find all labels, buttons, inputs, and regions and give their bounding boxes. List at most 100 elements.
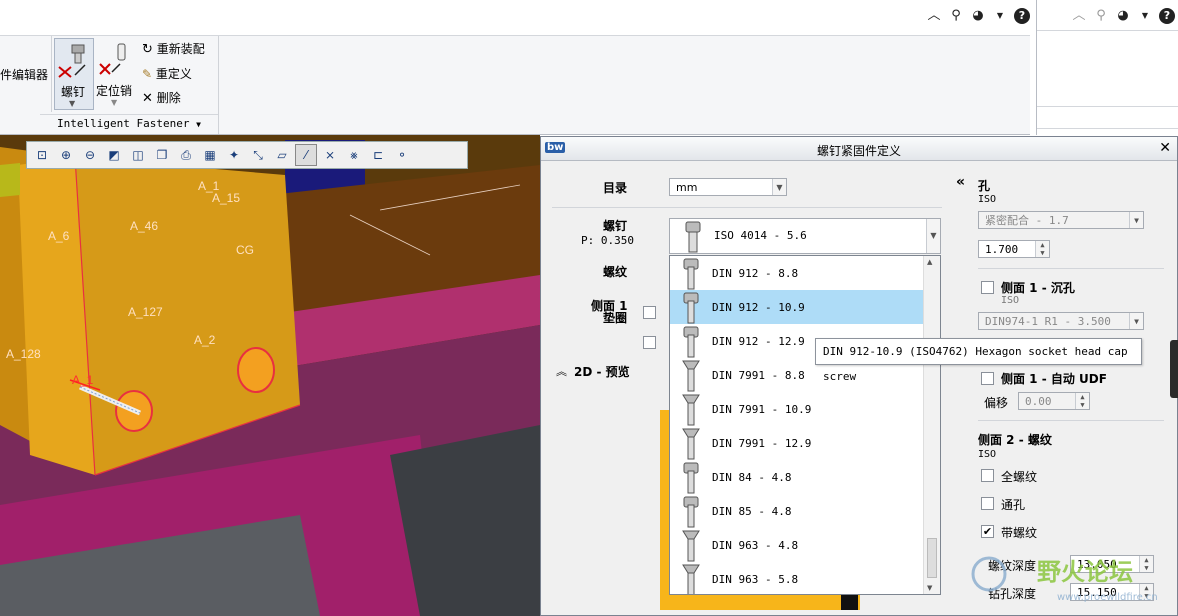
screw-option-label: DIN 84 - 4.8 bbox=[712, 471, 792, 484]
chevron-down-icon[interactable]: ▼ bbox=[992, 8, 1008, 24]
full-thread-checkbox[interactable] bbox=[981, 469, 994, 482]
datum-label[interactable]: A_127 bbox=[128, 305, 163, 319]
chevron-down-icon[interactable]: ▼ bbox=[1137, 8, 1153, 24]
counterbore-select[interactable]: DIN974-1 R1 - 3.500 ▼ bbox=[978, 312, 1144, 330]
screw-option-label: DIN 963 - 5.8 bbox=[712, 573, 799, 586]
chevron-up-icon[interactable]: ︿ bbox=[1071, 8, 1087, 24]
datum-label[interactable]: A_128 bbox=[6, 347, 41, 361]
fastener-group: 件编辑器 螺钉 ▼ 定位销 ▼ ↻ 重新装配 ✎ 重定义 ✕ 删除 bbox=[0, 36, 218, 112]
point-display-icon[interactable]: ⨯ bbox=[319, 144, 341, 166]
hole-fit-select[interactable]: 紧密配合 - 1.7 ▼ bbox=[978, 211, 1144, 229]
saved-views-icon[interactable]: ❐ bbox=[151, 144, 173, 166]
refit-icon[interactable]: ⊡ bbox=[31, 144, 53, 166]
screw-select[interactable]: ISO 4014 - 5.6 ▼ bbox=[669, 218, 941, 254]
tooltip: DIN 912-10.9 (ISO4762) Hexagon socket he… bbox=[815, 338, 1142, 383]
axis-display-icon[interactable]: ⁄ bbox=[295, 144, 317, 166]
datum-axis-icon[interactable]: ⤡ bbox=[247, 144, 269, 166]
offset-stepper[interactable]: 0.00 ▲ ▼ bbox=[1018, 392, 1090, 410]
view-manager-icon[interactable]: ⎙ bbox=[175, 144, 197, 166]
axis-label[interactable]: A_1 bbox=[72, 373, 93, 387]
collapse-up-icon[interactable]: ︽ bbox=[556, 363, 567, 379]
side1-udf-checkbox[interactable] bbox=[981, 372, 994, 385]
close-icon[interactable]: ✕ bbox=[1159, 140, 1171, 156]
datum-plane-icon[interactable]: ▱ bbox=[271, 144, 293, 166]
datum-label[interactable]: CG bbox=[236, 243, 254, 257]
screw-option[interactable]: DIN 912 - 10.9 bbox=[670, 290, 924, 324]
counterbore-value: DIN974-1 R1 - 3.500 bbox=[985, 315, 1111, 328]
collapse-glyph: « bbox=[956, 174, 966, 190]
washer-checkbox[interactable] bbox=[643, 306, 656, 319]
community-icon[interactable]: ◕ bbox=[1115, 8, 1131, 24]
side1-counterbore-label: 侧面 1 - 沉孔 bbox=[1001, 281, 1075, 295]
divider bbox=[218, 36, 219, 134]
screw-option[interactable]: DIN 912 - 8.8 bbox=[670, 256, 924, 290]
delete-button[interactable]: ✕ 删除 bbox=[142, 89, 181, 107]
screw-option[interactable]: DIN 85 - 4.8 bbox=[670, 494, 924, 528]
hole-fit-value: 紧密配合 - 1.7 bbox=[985, 214, 1069, 227]
component-editor-label[interactable]: 件编辑器 bbox=[0, 66, 48, 83]
feature-icon[interactable]: ⚬ bbox=[391, 144, 413, 166]
screw-option[interactable]: DIN 963 - 5.8 bbox=[670, 562, 924, 594]
scroll-up-icon[interactable]: ▲ bbox=[927, 258, 932, 266]
search-icon[interactable]: ⚲ bbox=[948, 8, 964, 24]
side-tab-handle[interactable] bbox=[1170, 340, 1178, 398]
offset-label: 偏移 bbox=[984, 396, 1009, 410]
zoom-out-icon[interactable]: ⊖ bbox=[79, 144, 101, 166]
threaded-label: 带螺纹 bbox=[1001, 526, 1038, 540]
model-viewport[interactable]: A_6 A_46 A_127 A_128 A_2 A_1 CG A_1 A_15… bbox=[0, 135, 540, 616]
dialog-title: 螺钉紧固件定义 bbox=[816, 144, 901, 158]
chevron-up-icon[interactable]: ︿ bbox=[926, 8, 942, 24]
repaint-icon[interactable]: ◩ bbox=[103, 144, 125, 166]
zoom-in-icon[interactable]: ⊕ bbox=[55, 144, 77, 166]
screw-option[interactable]: DIN 963 - 4.8 bbox=[670, 528, 924, 562]
option-checkbox[interactable] bbox=[643, 336, 656, 349]
refresh-icon: ↻ bbox=[142, 42, 153, 57]
vertical-scrollbar[interactable]: ▲ ▼ bbox=[923, 256, 940, 594]
redefine-label: 重定义 bbox=[155, 67, 192, 81]
side1-counterbore-checkbox[interactable] bbox=[981, 281, 994, 294]
search-icon[interactable]: ⚲ bbox=[1093, 8, 1109, 24]
redefine-button[interactable]: ✎ 重定义 bbox=[142, 65, 192, 83]
right-panel: ︿ ⚲ ◕ ▼ ? bbox=[1036, 0, 1178, 135]
watermark-text: 野火论坛 bbox=[1037, 558, 1133, 586]
datum-label[interactable]: A_2 bbox=[194, 333, 215, 347]
dialog-titlebar[interactable]: bw 螺钉紧固件定义 ✕ bbox=[541, 137, 1177, 161]
group-label[interactable]: Intelligent Fastener ▼ bbox=[40, 114, 218, 134]
spin-center-icon[interactable]: ✦ bbox=[223, 144, 245, 166]
side1-udf-label: 侧面 1 - 自动 UDF bbox=[1001, 372, 1107, 386]
datum-label[interactable]: A_46 bbox=[130, 219, 158, 233]
screw-option-label: DIN 912 - 10.9 bbox=[712, 301, 805, 314]
screw-option[interactable]: DIN 84 - 4.8 bbox=[670, 460, 924, 494]
through-checkbox[interactable] bbox=[981, 497, 994, 510]
annotation-icon[interactable]: ⊏ bbox=[367, 144, 389, 166]
threaded-checkbox[interactable]: ✔ bbox=[981, 525, 994, 538]
screw-icon bbox=[683, 462, 699, 494]
screw-option[interactable]: DIN 7991 - 10.9 bbox=[670, 392, 924, 426]
chevron-down-icon: ▼ bbox=[1129, 212, 1143, 228]
screw-option[interactable]: DIN 7991 - 12.9 bbox=[670, 426, 924, 460]
perspective-icon[interactable]: ▦ bbox=[199, 144, 221, 166]
through-label: 通孔 bbox=[1001, 498, 1026, 512]
scroll-down-icon[interactable]: ▼ bbox=[927, 584, 932, 592]
csys-display-icon[interactable]: ⨳ bbox=[343, 144, 365, 166]
scrollbar-thumb[interactable] bbox=[927, 538, 937, 578]
display-style-icon[interactable]: ◫ bbox=[127, 144, 149, 166]
side2-std: ISO bbox=[978, 449, 997, 460]
datum-label[interactable]: A_15 bbox=[212, 191, 240, 205]
pin-button[interactable]: 定位销 ▼ bbox=[96, 38, 134, 110]
screw-label: 螺钉 bbox=[603, 219, 628, 233]
help-icon[interactable]: ? bbox=[1159, 8, 1175, 24]
community-icon[interactable]: ◕ bbox=[970, 8, 986, 24]
screw-button[interactable]: 螺钉 ▼ bbox=[54, 38, 94, 110]
screw-icon bbox=[682, 394, 700, 426]
help-icon[interactable]: ? bbox=[1014, 8, 1030, 24]
hole-size-stepper[interactable]: 1.700 ▲ ▼ bbox=[978, 240, 1050, 258]
watermark-url: www.proewildfire.cn bbox=[1057, 592, 1158, 603]
collapse-left-icon[interactable]: « bbox=[956, 174, 965, 190]
reassemble-button[interactable]: ↻ 重新装配 bbox=[142, 40, 205, 58]
header-icons: ︿ ⚲ ◕ ▼ ? bbox=[926, 8, 1030, 24]
stepper-icon: ▲ ▼ bbox=[1075, 393, 1089, 409]
catalog-select[interactable]: mm ▼ bbox=[669, 178, 787, 196]
datum-label[interactable]: A_6 bbox=[48, 229, 69, 243]
screw-option-label: DIN 912 - 8.8 bbox=[712, 267, 799, 280]
